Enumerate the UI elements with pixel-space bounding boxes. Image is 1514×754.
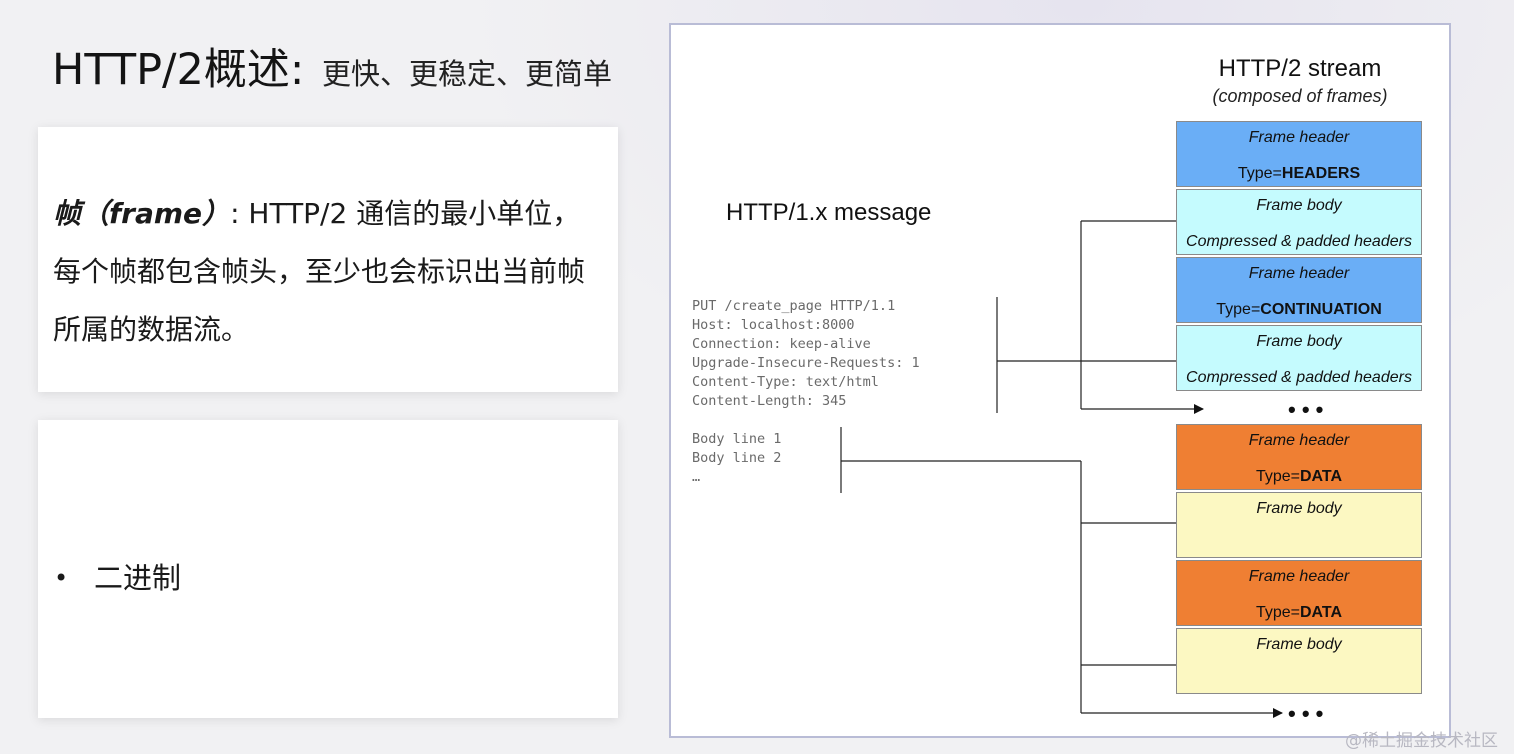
frame-continuation-body: Frame body Compressed & padded headers bbox=[1176, 325, 1422, 391]
header-line: Content-Type: text/html bbox=[692, 374, 879, 390]
frame-continuation-header: Frame header Type=CONTINUATION bbox=[1176, 257, 1422, 323]
ellipsis-headers: • • • bbox=[1288, 397, 1324, 422]
frame-data-header-1: Frame header Type=DATA bbox=[1176, 424, 1422, 490]
message-title: HTTP/1.x message bbox=[726, 199, 932, 226]
watermark: @稀土掘金技术社区 bbox=[1345, 731, 1498, 751]
features-card: • 二进制 bbox=[38, 420, 618, 718]
header-line: PUT /create_page HTTP/1.1 bbox=[692, 298, 896, 314]
bullet-marker: • bbox=[54, 564, 69, 592]
title-main: HTTP/2概述 bbox=[52, 45, 290, 95]
header-line: Connection: keep-alive bbox=[692, 336, 871, 352]
bullet-binary: 二进制 bbox=[94, 561, 182, 595]
frame-type: Type=DATA bbox=[1177, 467, 1421, 487]
header-line: Host: localhost:8000 bbox=[692, 317, 855, 333]
frame-headers-header: Frame header Type=HEADERS bbox=[1176, 121, 1422, 187]
body-line: … bbox=[692, 469, 701, 485]
frame-label: Frame body bbox=[1256, 197, 1342, 214]
frame-label: Frame header bbox=[1248, 129, 1350, 146]
message-body: Body line 1 Body line 2 … bbox=[692, 430, 781, 487]
frame-data-body-2: Frame body bbox=[1176, 628, 1422, 694]
frame-type: Type=CONTINUATION bbox=[1177, 300, 1421, 320]
message-headers: PUT /create_page HTTP/1.1 Host: localhost… bbox=[692, 297, 920, 411]
header-line: Content-Length: 345 bbox=[692, 393, 847, 409]
frame-body-content: Compressed & padded headers bbox=[1186, 369, 1412, 386]
body-line: Body line 1 bbox=[692, 431, 782, 447]
type-prefix: Type= bbox=[1255, 468, 1300, 485]
ellipsis-data: • • • bbox=[1288, 701, 1324, 726]
frame-label: Frame header bbox=[1248, 432, 1350, 449]
frame-label: Frame header bbox=[1248, 265, 1350, 282]
body-line: Body line 2 bbox=[692, 450, 782, 466]
stream-subtitle: (composed of frames) bbox=[1212, 86, 1388, 106]
frame-type: Type=HEADERS bbox=[1177, 164, 1421, 184]
slide-title: HTTP/2概述: 更快、更稳定、更简单 bbox=[52, 40, 612, 104]
frame-definition: 帧（frame）: HTTP/2 通信的最小单位，每个帧都包含帧头，至少也会标识… bbox=[53, 185, 608, 359]
frame-label: Frame body bbox=[1256, 333, 1342, 350]
frame-label: Frame header bbox=[1248, 568, 1350, 585]
frame-data-body-1: Frame body bbox=[1176, 492, 1422, 558]
title-subtitle: 更快、更稳定、更简单 bbox=[322, 57, 613, 91]
type-prefix: Type= bbox=[1216, 301, 1261, 318]
type-value: HEADERS bbox=[1281, 165, 1361, 182]
type-value: CONTINUATION bbox=[1260, 301, 1382, 318]
frame-data-header-2: Frame header Type=DATA bbox=[1176, 560, 1422, 626]
http2-framing-diagram: HTTP/2 stream (composed of frames) HTTP/… bbox=[669, 23, 1451, 738]
frame-body-content: Compressed & padded headers bbox=[1186, 233, 1412, 250]
type-prefix: Type= bbox=[1237, 165, 1282, 182]
frame-term: 帧（frame） bbox=[53, 197, 231, 230]
stream-title: HTTP/2 stream bbox=[1218, 55, 1382, 82]
frame-type: Type=DATA bbox=[1177, 603, 1421, 623]
frame-headers-body: Frame body Compressed & padded headers bbox=[1176, 189, 1422, 255]
header-line: Upgrade-Insecure-Requests: 1 bbox=[692, 355, 920, 371]
type-prefix: Type= bbox=[1255, 604, 1300, 621]
frame-label: Frame body bbox=[1256, 500, 1342, 517]
type-value: DATA bbox=[1299, 468, 1343, 485]
type-value: DATA bbox=[1299, 604, 1343, 621]
frame-definition-card: 帧（frame）: HTTP/2 通信的最小单位，每个帧都包含帧头，至少也会标识… bbox=[38, 127, 618, 392]
frame-label: Frame body bbox=[1256, 636, 1342, 653]
title-separator: : bbox=[289, 45, 319, 95]
